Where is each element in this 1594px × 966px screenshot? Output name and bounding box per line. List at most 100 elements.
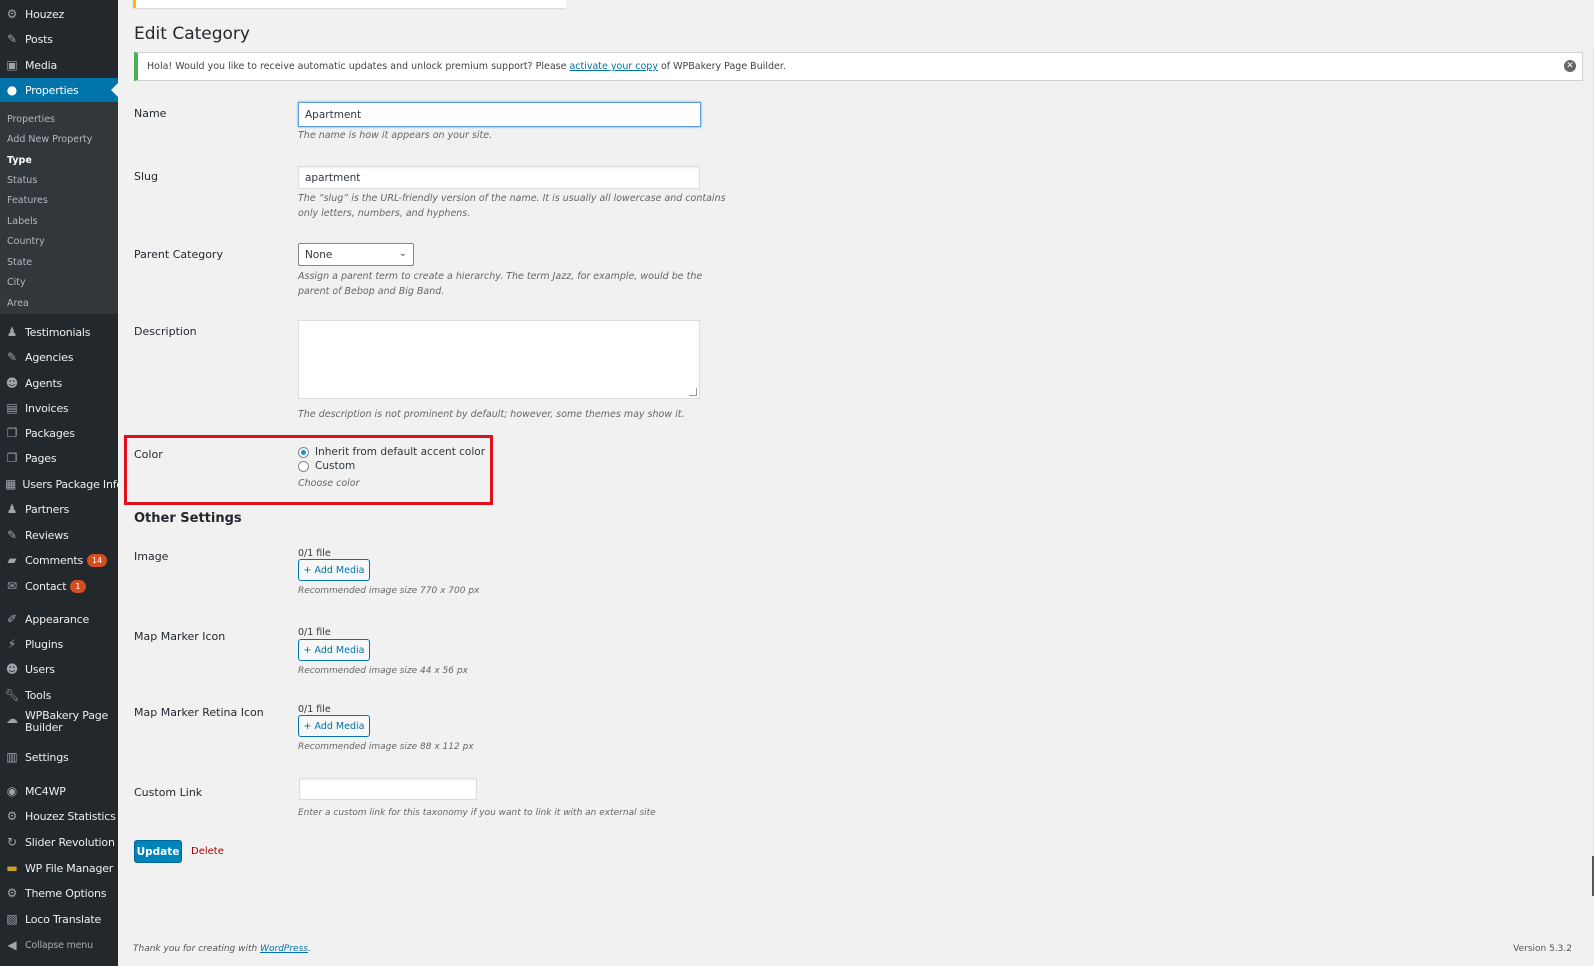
sidebar-item-invoices[interactable]: ▤ Invoices — [0, 396, 118, 420]
sidebar-item-settings[interactable]: ▥ Settings — [0, 745, 118, 769]
update-button[interactable]: Update — [134, 840, 182, 863]
submenu-item-add-new-property[interactable]: Add New Property — [7, 134, 92, 145]
chevron-down-icon: ⌄ — [398, 248, 407, 259]
pin-icon: ✎ — [6, 528, 18, 542]
submenu-item-labels[interactable]: Labels — [7, 216, 38, 227]
sidebar-item-partners[interactable]: ♟ Partners — [0, 497, 118, 521]
id-card-icon: ▦ — [5, 477, 17, 491]
submenu-item-area[interactable]: Area — [7, 298, 29, 309]
sidebar-item-reviews[interactable]: ✎ Reviews — [0, 523, 118, 547]
sidebar-item-wp-file-manager[interactable]: ▬ WP File Manager — [0, 856, 118, 880]
sidebar-item-loco-translate[interactable]: ▧ Loco Translate — [0, 907, 118, 931]
sidebar-item-users-package-info[interactable]: ▦ Users Package Info — [0, 472, 123, 496]
inherit-radio-label: Inherit from default accent color — [315, 446, 486, 458]
submenu-item-status[interactable]: Status — [7, 175, 37, 186]
wpbakery-notice: Hola! Would you like to receive automati… — [134, 52, 1583, 81]
pin-icon: ✎ — [6, 32, 18, 46]
mc4wp-icon: ◉ — [6, 784, 18, 798]
sidebar-item-mc4wp[interactable]: ◉ MC4WP — [0, 779, 118, 803]
sidebar-item-slider-revolution[interactable]: ↻ Slider Revolution — [0, 830, 118, 854]
slug-label: Slug — [134, 170, 158, 183]
color-option-inherit[interactable]: Inherit from default accent color — [298, 446, 485, 458]
slug-description-line1: The “slug” is the URL-friendly version o… — [298, 193, 726, 204]
name-input[interactable]: Apartment — [298, 102, 701, 127]
book-icon: ▤ — [6, 401, 18, 415]
user-icon: ☻ — [5, 662, 19, 676]
collapse-icon: ◀ — [7, 938, 17, 952]
sidebar-item-pages[interactable]: ❐ Pages — [0, 446, 118, 470]
choose-color-text: Choose color — [298, 478, 360, 489]
sidebar-item-properties[interactable]: ● Properties — [0, 78, 118, 102]
gear-icon: ⚙ — [6, 7, 18, 21]
image-add-media-button[interactable]: + Add Media — [298, 559, 370, 581]
sidebar-item-comments[interactable]: ▰ Comments 14 — [0, 548, 118, 572]
footer-thanks: Thank you for creating with WordPress. — [133, 944, 311, 954]
sidebar-item-agencies[interactable]: ✎ Agencies — [0, 345, 118, 369]
comments-count-badge: 14 — [87, 553, 108, 567]
location-icon: ● — [6, 83, 18, 97]
properties-submenu: Properties Add New Property Type Status … — [0, 102, 118, 314]
slug-description-line2: only letters, numbers, and hyphens. — [298, 208, 471, 219]
sidebar-item-posts[interactable]: ✎ Posts — [0, 27, 118, 51]
other-settings-heading: Other Settings — [134, 511, 242, 526]
footer-version: Version 5.3.2 — [1513, 944, 1572, 954]
parent-description-line1: Assign a parent term to create a hierarc… — [298, 271, 703, 282]
sidebar-item-wpbakery[interactable]: ☁ WPBakery Page Builder — [0, 710, 118, 740]
footer-thanks-text: Thank you for creating with — [133, 944, 258, 954]
sidebar-item-packages[interactable]: ❐ Packages — [0, 421, 118, 445]
custom-radio[interactable] — [298, 460, 309, 472]
color-label: Color — [134, 448, 163, 461]
sidebar-item-houzez-statistics[interactable]: ⚙ Houzez Statistics — [0, 804, 118, 828]
submenu-item-features[interactable]: Features — [7, 195, 48, 206]
comment-icon: ▰ — [7, 553, 17, 567]
top-notice-remnant — [133, 0, 566, 8]
description-textarea[interactable] — [298, 320, 700, 399]
description-label: Description — [134, 325, 197, 338]
sidebar-item-theme-options[interactable]: ⚙ Theme Options — [0, 881, 118, 905]
notice-text-suffix: of WPBakery Page Builder. — [660, 61, 786, 72]
retina-add-media-button[interactable]: + Add Media — [298, 715, 370, 737]
sidebar-item-plugins[interactable]: ⚡ Plugins — [0, 632, 118, 656]
sidebar-item-contact[interactable]: ✉ Contact 1 — [0, 574, 118, 598]
name-label: Name — [134, 107, 167, 120]
submenu-item-state[interactable]: State — [7, 257, 32, 268]
sidebar-item-users[interactable]: ☻ Users — [0, 657, 118, 681]
slug-input[interactable]: apartment — [298, 166, 700, 189]
pin-icon: ✎ — [6, 350, 18, 364]
custom-radio-label: Custom — [315, 460, 356, 472]
retina-file-count: 0/1 file — [298, 704, 331, 715]
gear-icon: ⚙ — [6, 809, 18, 823]
delete-link[interactable]: Delete — [191, 846, 224, 857]
submenu-item-properties[interactable]: Properties — [7, 114, 55, 125]
sidebar-item-appearance[interactable]: ✐ Appearance — [0, 607, 118, 631]
collapse-menu-button[interactable]: ◀ Collapse menu — [0, 933, 118, 957]
parent-category-select[interactable]: None ⌄ — [298, 243, 414, 266]
image-recommended-size: Recommended image size 770 x 700 px — [298, 586, 480, 596]
name-description: The name is how it appears on your site. — [298, 130, 493, 141]
sidebar-item-media[interactable]: ▣ Media — [0, 53, 118, 77]
resize-handle-icon[interactable] — [689, 388, 697, 396]
page-title: Edit Category — [134, 24, 250, 44]
sidebar-item-houzez[interactable]: ⚙ Houzez — [0, 2, 118, 26]
dismiss-notice-icon[interactable]: ✕ — [1564, 60, 1576, 72]
inherit-radio[interactable] — [298, 446, 309, 458]
retina-recommended-size: Recommended image size 88 x 112 px — [298, 742, 474, 752]
activate-copy-link[interactable]: activate your copy — [569, 61, 658, 72]
refresh-icon: ↻ — [6, 835, 18, 849]
admin-sidebar: ⚙ Houzez ✎ Posts ▣ Media ● Properties Pr… — [0, 0, 123, 966]
custom-link-input[interactable] — [299, 778, 477, 800]
parent-description-line2: parent of Bebop and Big Band. — [298, 286, 445, 297]
submenu-item-city[interactable]: City — [7, 277, 26, 288]
sidebar-item-tools[interactable]: 🔧︎ Tools — [0, 683, 118, 707]
sidebar-item-testimonials[interactable]: ♟ Testimonials — [0, 320, 118, 344]
submenu-item-type[interactable]: Type — [7, 155, 32, 166]
pages-icon: ❐ — [6, 426, 18, 440]
wordpress-link[interactable]: WordPress — [260, 944, 308, 954]
sidebar-item-agents[interactable]: ☻ Agents — [0, 371, 118, 395]
submenu-item-country[interactable]: Country — [7, 236, 45, 247]
wrench-icon: 🔧︎ — [4, 688, 20, 702]
cloud-icon: ☁ — [6, 712, 18, 726]
parent-category-value: None — [305, 248, 333, 261]
marker-add-media-button[interactable]: + Add Media — [298, 639, 370, 661]
color-option-custom[interactable]: Custom — [298, 460, 355, 472]
